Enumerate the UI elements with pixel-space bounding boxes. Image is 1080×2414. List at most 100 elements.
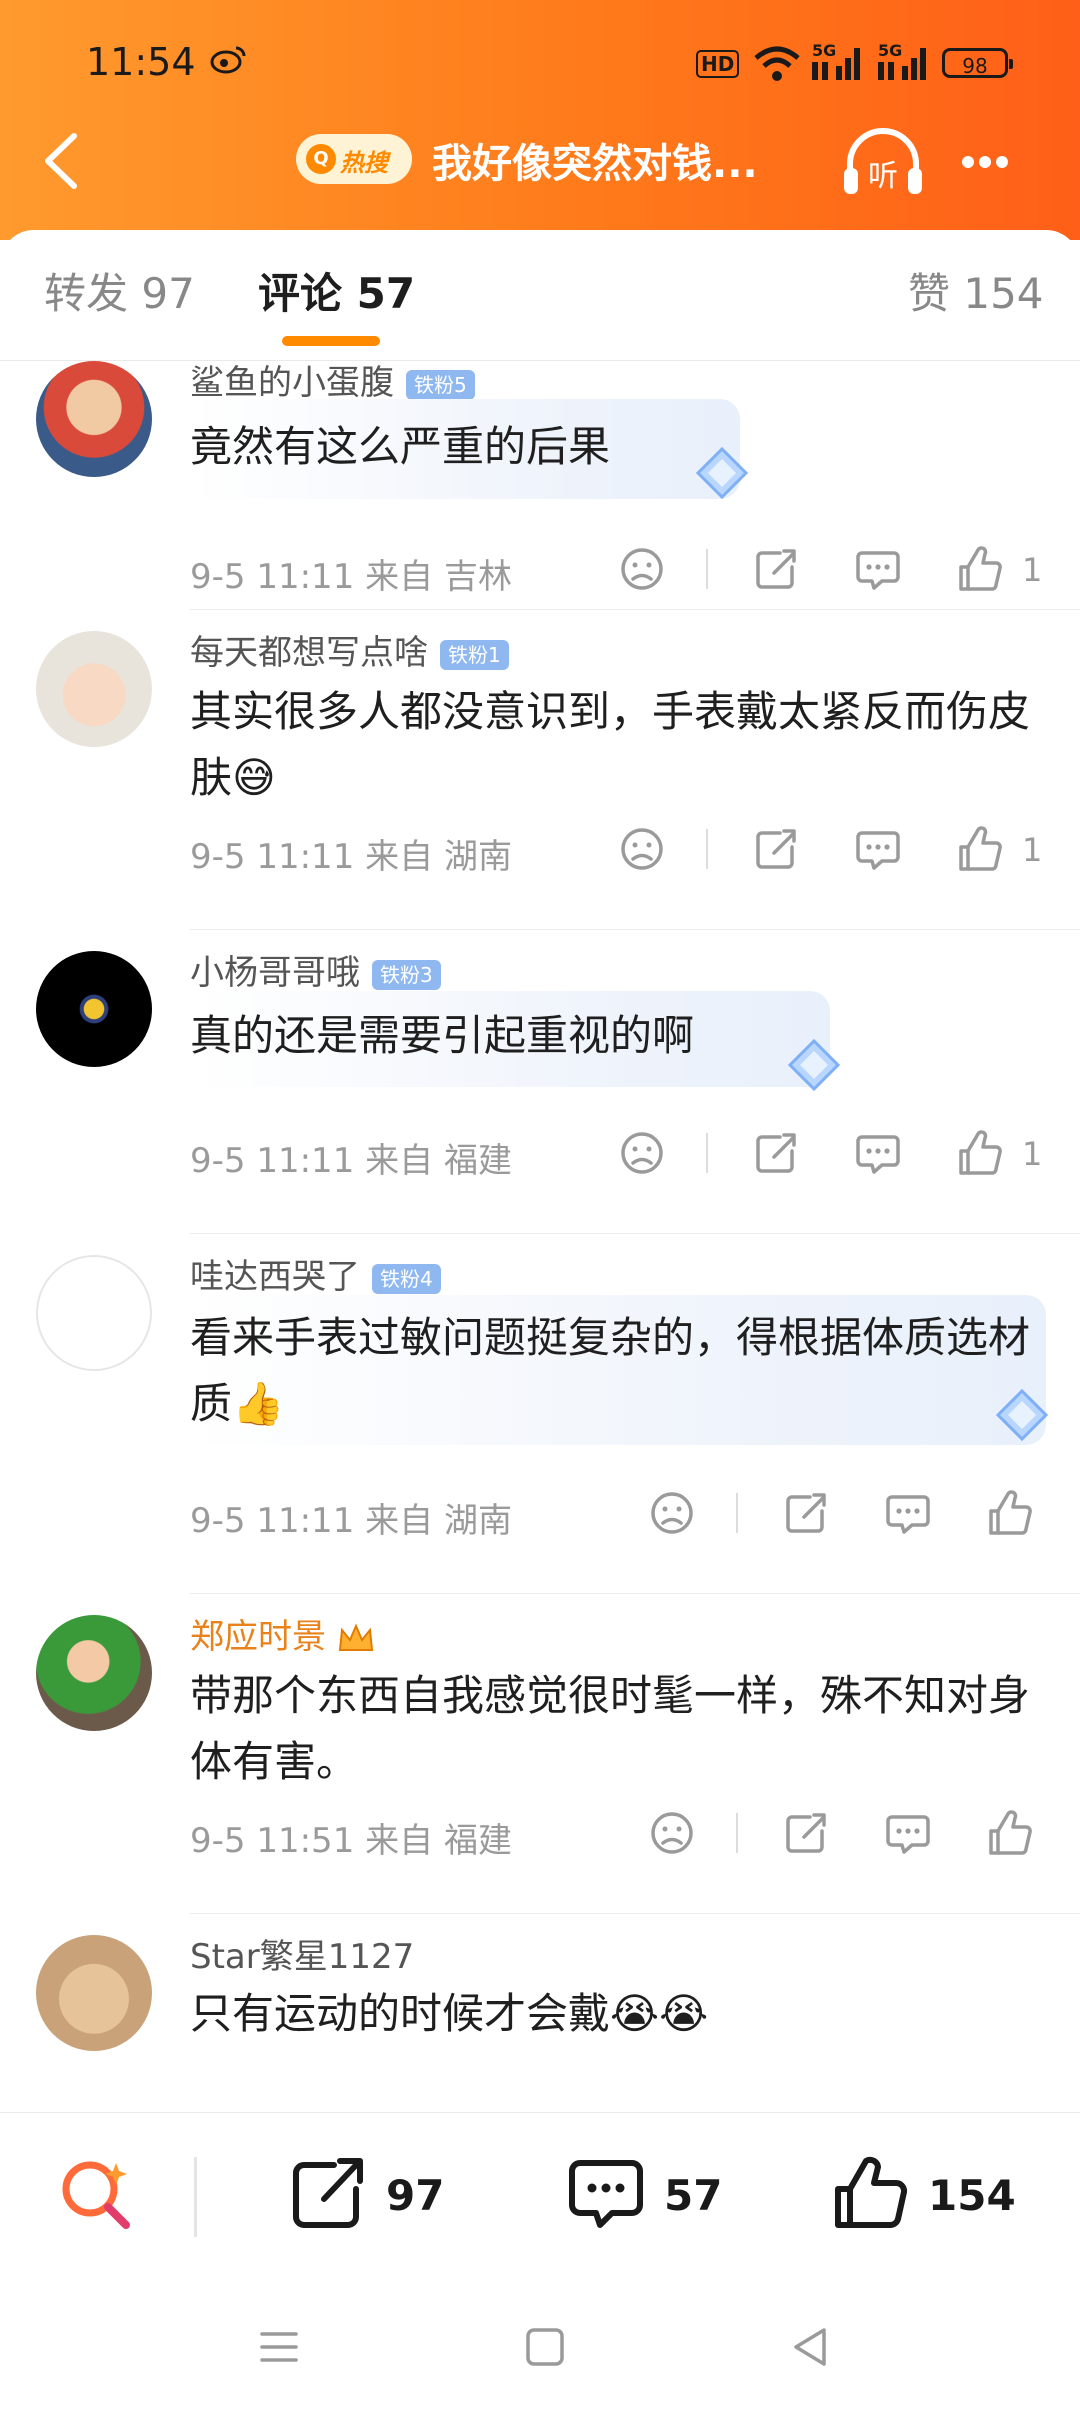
avatar[interactable] [36,1935,152,2051]
comment-list[interactable]: 鲨鱼的小蛋腹 铁粉5 竟然有这么严重的后果 9-5 11:11 来自 吉林 每天都… [0,361,1080,2113]
comment-date: 9-5 11:51 [190,1821,355,1861]
page-title: 我好像突然对钱... [432,141,758,187]
dislike-face-icon[interactable] [648,1489,696,1537]
comment-username[interactable]: 哇达西哭了 铁粉4 [190,1249,441,1298]
avatar[interactable] [36,361,152,477]
signal-icon-2: 5G [878,41,926,80]
weibo-notification-icon [210,46,246,74]
action-separator [706,1133,708,1173]
share-icon[interactable] [752,825,800,873]
reply-comment-icon[interactable] [854,545,902,593]
comment-date: 9-5 11:11 [190,1501,355,1541]
share-icon[interactable] [752,545,800,593]
fan-badge: 铁粉4 [372,1263,441,1294]
comment-item: 鲨鱼的小蛋腹 铁粉5 竟然有这么严重的后果 9-5 11:11 来自 吉林 [0,361,1080,611]
search-icon[interactable] [56,2155,136,2235]
share-icon[interactable] [782,1489,830,1537]
reply-comment-icon[interactable] [854,825,902,873]
comment-location: 来自 福建 [365,1821,512,1861]
comment-username[interactable]: 小杨哥哥哦 铁粉3 [190,945,441,994]
dislike-face-icon[interactable] [648,1809,696,1857]
hd-voice-icon: HD [696,50,740,78]
comment-item: 每天都想写点啥 铁粉1 其实很多人都没意识到，手表戴太紧反而伤皮肤😅 [0,611,1080,931]
system-navigation-bar [0,2282,1080,2414]
thumbs-up-icon[interactable] [986,1809,1034,1857]
avatar[interactable] [36,631,152,747]
comments-card: 转发 97 评论 57 赞 154 鲨鱼的小蛋腹 铁粉5 竟然有这么严重的后果 9… [0,230,1080,2130]
bottom-separator [194,2157,197,2237]
header: 11:54 HD 5G 5G 98 Q 热搜 我好像突然对钱... 听 [0,0,1080,240]
tab-comments[interactable]: 评论 57 [258,260,415,321]
comment-like-count: 1 [1022,551,1043,589]
fan-badge: 铁粉1 [440,639,509,670]
diamond-decoration-icon [695,446,749,500]
tab-likes[interactable]: 赞 154 [908,260,1044,321]
like-count: 154 [928,2171,1016,2220]
avatar[interactable] [36,951,152,1067]
comment-text: 真的还是需要引起重视的啊 [190,1011,695,1060]
diamond-decoration-icon [995,1388,1049,1442]
action-separator [706,829,708,869]
diamond-decoration-icon [787,1038,841,1092]
comment-username[interactable]: 鲨鱼的小蛋腹 铁粉5 [190,361,475,404]
comment-date: 9-5 11:11 [190,557,355,597]
comment-location: 来自 福建 [365,1141,512,1181]
dislike-face-icon[interactable] [618,825,666,873]
home-icon[interactable] [520,2322,570,2372]
avatar[interactable] [36,1255,152,1371]
fan-badge: 铁粉3 [372,959,441,990]
comment-date: 9-5 11:11 [190,837,355,877]
comment-location: 来自 吉林 [365,557,512,597]
crown-badge-icon [338,1622,374,1651]
comment-like-count: 1 [1022,831,1043,869]
comment-text: 其实很多人都没意识到，手表戴太紧反而伤皮肤😅 [190,687,1031,802]
tab-bar: 转发 97 评论 57 赞 154 [0,230,1080,361]
divider [190,609,1080,610]
menu-icon[interactable] [254,2322,304,2372]
comment-item: 郑应时景 带那个东西自我感觉很时髦一样，殊不知对身体有害。 [0,1595,1080,1915]
like-button[interactable]: 154 [830,2153,1030,2233]
thumbs-up-icon[interactable] [986,1489,1034,1537]
comment-like-count: 1 [1022,1135,1043,1173]
signal-icon-1: 5G [812,41,860,80]
hot-search-badge[interactable]: Q 热搜 [296,134,412,184]
comment-username[interactable]: 每天都想写点啥 铁粉1 [190,625,509,674]
search-icon: Q [306,144,336,174]
reply-comment-icon[interactable] [884,1809,932,1857]
comment-item: 哇达西哭了 铁粉4 看来手表过敏问题挺复杂的，得根据体质选材质👍 [0,1235,1080,1595]
repost-button[interactable]: 97 [288,2153,448,2233]
comment-count: 57 [664,2171,723,2220]
dislike-face-icon[interactable] [618,1129,666,1177]
comment-text: 只有运动的时候才会戴😭😭 [190,1989,709,2038]
divider [190,1593,1080,1594]
back-arrow-icon[interactable] [36,126,86,196]
comment-icon [569,2160,643,2228]
listen-headphone-icon[interactable]: 听 [840,128,926,198]
comment-username[interactable]: 郑应时景 [190,1609,376,1658]
comment-location: 来自 湖南 [365,837,512,877]
reply-comment-icon[interactable] [854,1129,902,1177]
fan-badge: 铁粉5 [406,369,475,400]
tab-active-indicator [282,336,380,346]
back-icon[interactable] [786,2322,836,2372]
more-options-icon[interactable] [962,144,1032,180]
share-icon[interactable] [752,1129,800,1177]
svg-text:5G: 5G [878,41,902,60]
divider [190,1913,1080,1914]
comment-username[interactable]: Star繁星1127 [190,1929,414,1978]
thumbs-up-icon[interactable] [956,825,1004,873]
comment-text: 竟然有这么严重的后果 [190,422,611,471]
thumbs-up-icon[interactable] [956,1129,1004,1177]
repost-icon [293,2158,363,2228]
comment-button[interactable]: 57 [566,2153,726,2233]
dislike-face-icon[interactable] [618,545,666,593]
status-bar: 11:54 HD 5G 5G 98 [0,0,1080,130]
share-icon[interactable] [782,1809,830,1857]
reply-comment-icon[interactable] [884,1489,932,1537]
listen-label: 听 [868,159,898,194]
comment-item: 小杨哥哥哦 铁粉3 真的还是需要引起重视的啊 [0,931,1080,1231]
thumbs-up-icon[interactable] [956,545,1004,593]
avatar[interactable] [36,1615,152,1731]
tab-reposts[interactable]: 转发 97 [44,260,195,321]
thumbs-up-icon [835,2156,908,2228]
